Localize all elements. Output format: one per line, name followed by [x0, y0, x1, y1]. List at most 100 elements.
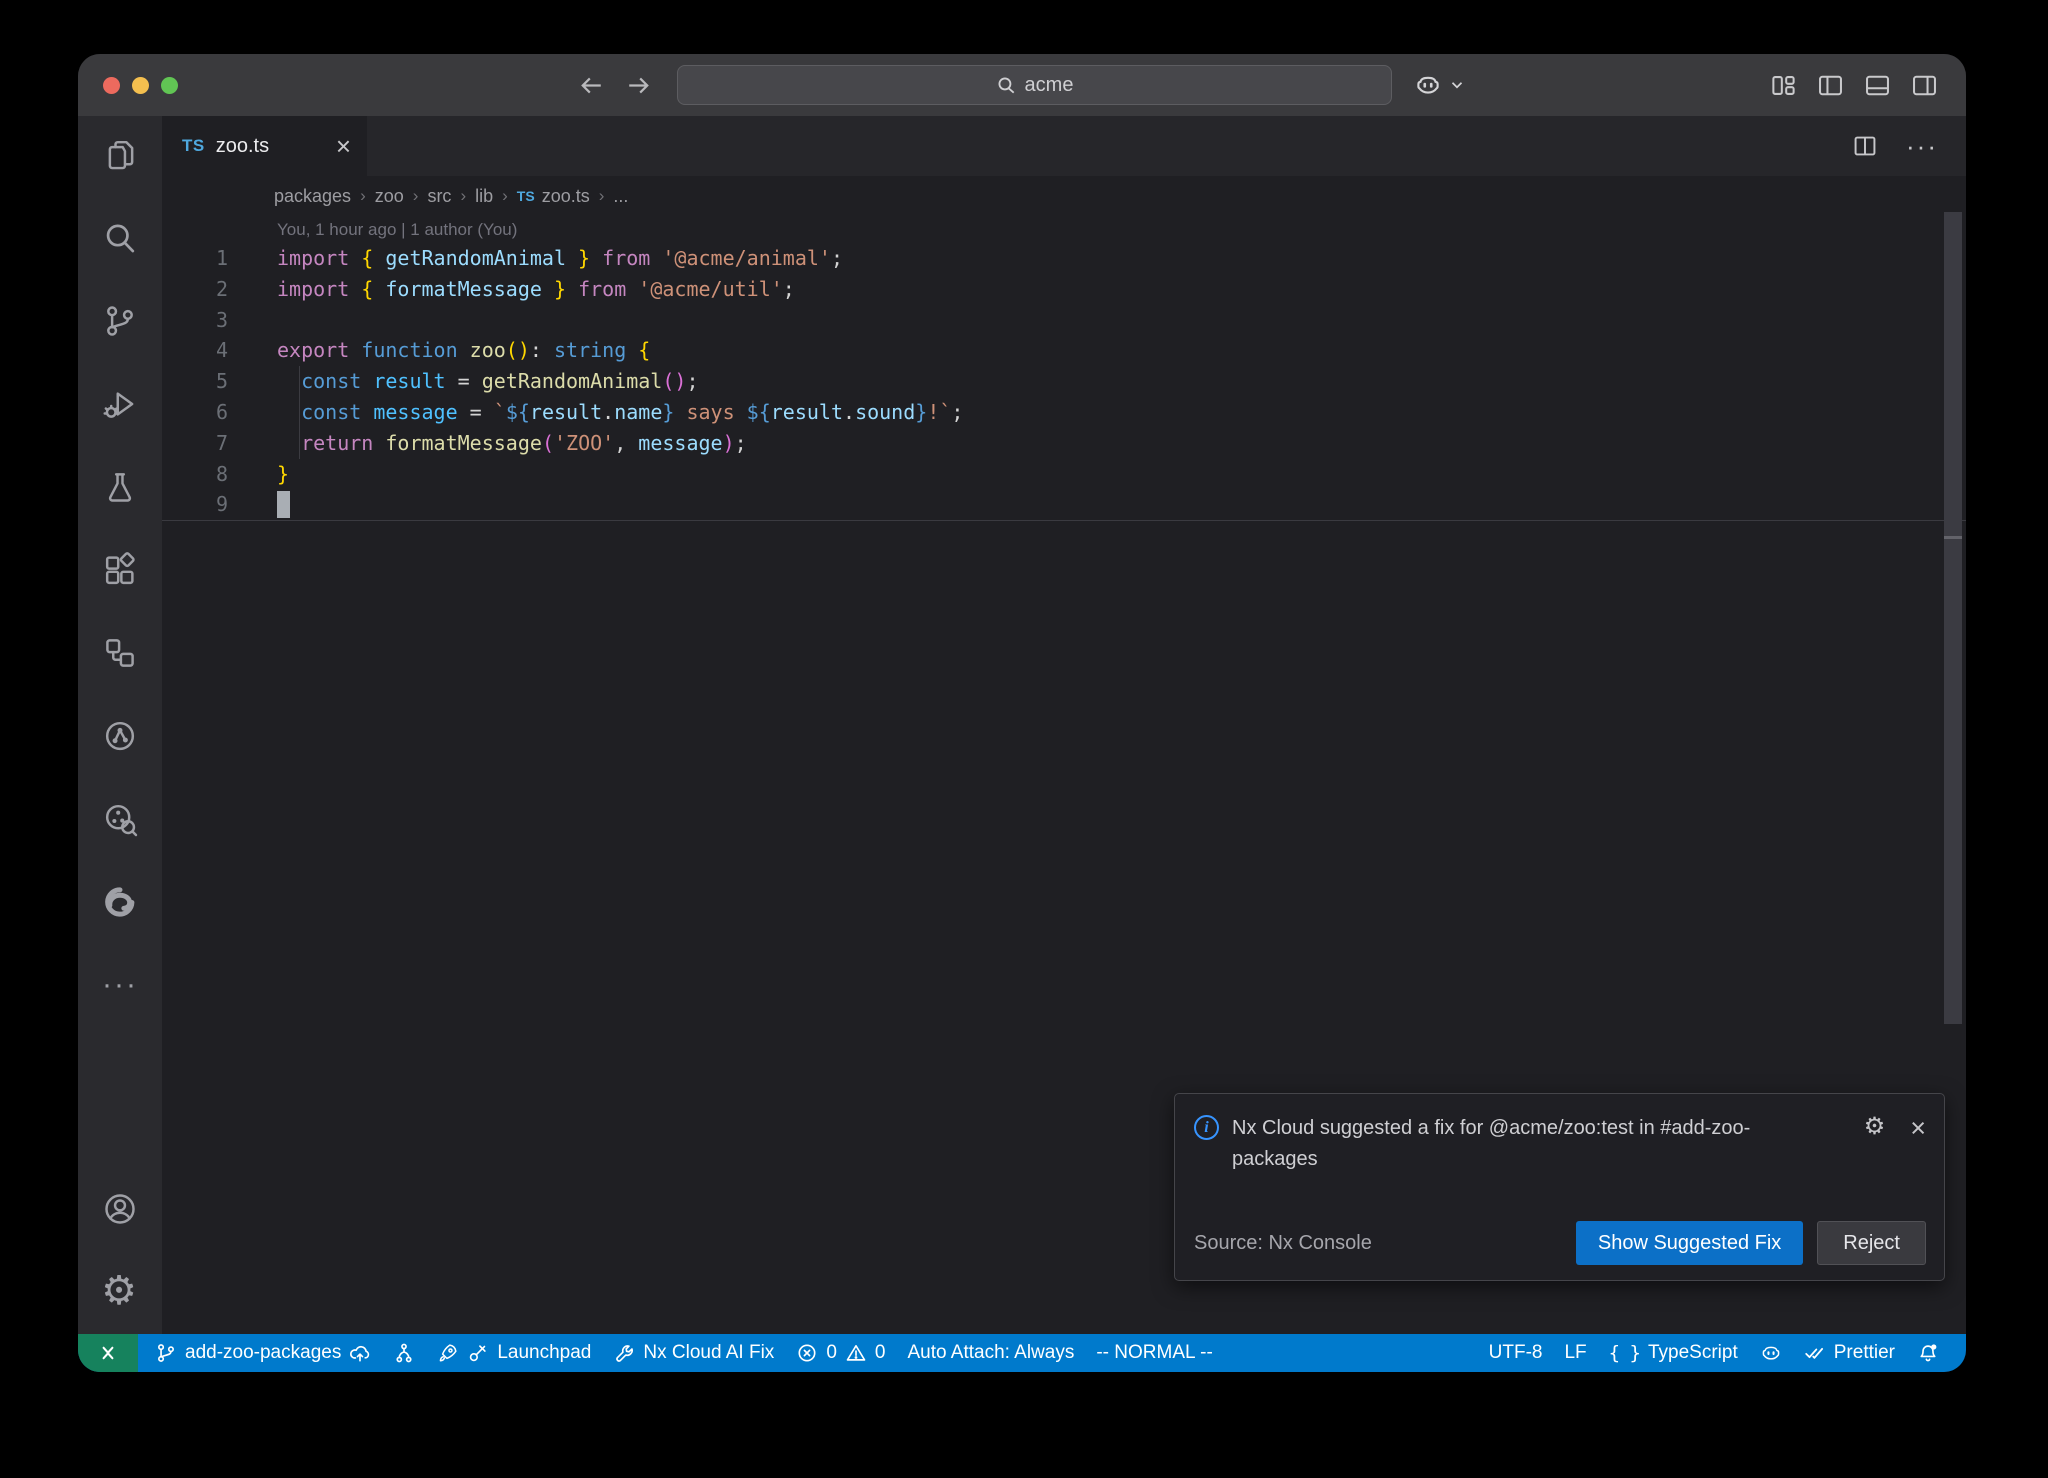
close-window-button[interactable] — [103, 77, 120, 94]
code-line[interactable]: 9 — [162, 489, 1966, 520]
breadcrumb-item[interactable]: zoo — [375, 186, 404, 207]
activity-item-project-graph[interactable] — [96, 712, 144, 760]
notification-close-icon[interactable]: × — [1910, 1115, 1926, 1142]
activity-item-extensions[interactable] — [96, 546, 144, 594]
more-actions-icon[interactable]: ··· — [1906, 131, 1938, 162]
status-item-vim-mode[interactable]: -- NORMAL -- — [1085, 1334, 1223, 1372]
wrench-icon — [613, 1342, 635, 1364]
gutter-line-number[interactable]: 7 — [162, 428, 228, 459]
code-line[interactable]: 2import { formatMessage } from '@acme/ut… — [162, 274, 1966, 305]
status-item-launchpad[interactable]: Launchpad — [426, 1334, 602, 1372]
code-line[interactable]: 6 const message = `${result.name} says $… — [162, 397, 1966, 428]
status-item-nx-cloud-ai-fix[interactable]: Nx Cloud AI Fix — [602, 1334, 785, 1372]
breadcrumb-separator-icon: › — [360, 186, 366, 206]
status-item-eol[interactable]: LF — [1553, 1334, 1597, 1372]
gutter-line-number[interactable]: 4 — [162, 335, 228, 366]
gutter-line-number[interactable]: 8 — [162, 459, 228, 490]
activity-item-edge-tools[interactable] — [96, 878, 144, 926]
reject-button[interactable]: Reject — [1817, 1221, 1926, 1265]
toggle-panel-icon[interactable] — [1864, 72, 1891, 99]
chevron-down-icon — [1448, 76, 1466, 94]
gutter-line-number[interactable]: 3 — [162, 305, 228, 336]
status-item-git-branch[interactable]: add-zoo-packages — [144, 1334, 382, 1372]
remote-icon — [97, 1342, 119, 1364]
activity-item-settings[interactable]: ⚙ — [96, 1267, 144, 1315]
breadcrumb-separator-icon: › — [502, 186, 508, 206]
go-back-icon[interactable] — [578, 72, 605, 99]
code-line[interactable]: 5 const result = getRandomAnimal(); — [162, 366, 1966, 397]
minimize-window-button[interactable] — [132, 77, 149, 94]
status-item-notifications-bell[interactable] — [1906, 1334, 1950, 1372]
activity-bar-top: ··· — [96, 131, 144, 1009]
code-line[interactable]: 4export function zoo(): string { — [162, 335, 1966, 366]
breadcrumb-item[interactable]: zoo.ts — [542, 186, 590, 207]
status-item-problems[interactable]: 00 — [785, 1334, 896, 1372]
activity-item-accounts[interactable] — [96, 1185, 144, 1233]
typescript-file-icon: TS — [517, 188, 535, 204]
gitlens-blame: You, 1 hour ago | 1 author (You) — [162, 216, 1966, 243]
gutter-line-number[interactable]: 1 — [162, 243, 228, 274]
copilot-menu[interactable] — [1414, 54, 1466, 116]
gutter-line-number[interactable]: 5 — [162, 366, 228, 397]
indent-guide — [299, 428, 300, 459]
code-line[interactable]: 3 — [162, 305, 1966, 336]
tab-zoo-ts[interactable]: TS zoo.ts × — [162, 116, 368, 176]
status-item-auto-attach[interactable]: Auto Attach: Always — [896, 1334, 1085, 1372]
go-forward-icon[interactable] — [625, 72, 652, 99]
indent-guide — [299, 397, 300, 428]
files-icon — [102, 137, 138, 173]
edge-icon — [102, 884, 138, 920]
hierarchy-icon — [102, 635, 138, 671]
circle-graph-icon — [102, 718, 138, 754]
status-item-language-mode[interactable]: { }TypeScript — [1598, 1334, 1749, 1372]
notification-settings-icon[interactable]: ⚙ — [1864, 1115, 1886, 1139]
activity-item-testing[interactable] — [96, 463, 144, 511]
breadcrumb-item[interactable]: lib — [475, 186, 493, 207]
notification-source: Source: Nx Console — [1194, 1232, 1372, 1255]
activity-item-run-debug[interactable] — [96, 380, 144, 428]
gutter-line-number[interactable]: 2 — [162, 274, 228, 305]
close-tab-icon[interactable]: × — [336, 133, 351, 159]
breadcrumb-separator-icon: › — [460, 186, 466, 206]
zoom-window-button[interactable] — [161, 77, 178, 94]
split-editor-icon[interactable] — [1852, 133, 1878, 159]
gutter-line-number[interactable]: 6 — [162, 397, 228, 428]
status-item-formatter[interactable]: Prettier — [1793, 1334, 1906, 1372]
tab-bar: TS zoo.ts × ··· — [162, 116, 1966, 176]
indent-guide — [299, 366, 300, 397]
code-line[interactable]: 8} — [162, 459, 1966, 490]
editor-scrollbar[interactable] — [1944, 212, 1962, 1024]
code-line[interactable]: 7 return formatMessage('ZOO', message); — [162, 428, 1966, 459]
tab-label: zoo.ts — [216, 135, 325, 158]
status-item-copilot-status[interactable] — [1749, 1334, 1793, 1372]
activity-item-search[interactable] — [96, 214, 144, 262]
search-icon — [102, 220, 138, 256]
customize-layout-icon[interactable] — [1770, 72, 1797, 99]
copilot-icon — [1760, 1342, 1782, 1364]
activity-bar-bottom: ⚙ — [96, 1185, 144, 1315]
breadcrumb-item[interactable]: packages — [274, 186, 351, 207]
activity-item-explorer[interactable] — [96, 131, 144, 179]
code-line[interactable]: 1import { getRandomAnimal } from '@acme/… — [162, 243, 1966, 274]
toggle-primary-sidebar-icon[interactable] — [1817, 72, 1844, 99]
activity-item-source-control[interactable] — [96, 297, 144, 345]
title-bar: acme — [78, 54, 1966, 116]
gutter-line-number[interactable]: 9 — [162, 489, 228, 520]
status-item-encoding[interactable]: UTF-8 — [1478, 1334, 1554, 1372]
activity-item-remote-hierarchy[interactable] — [96, 629, 144, 677]
show-suggested-fix-button[interactable]: Show Suggested Fix — [1576, 1221, 1803, 1265]
breadcrumb-item[interactable]: ... — [613, 186, 628, 207]
beaker-icon — [102, 469, 138, 505]
toggle-secondary-sidebar-icon[interactable] — [1911, 72, 1938, 99]
status-item-nx-project-graph[interactable] — [382, 1334, 426, 1372]
status-bar-left: add-zoo-packages LaunchpadNx Cloud AI Fix… — [78, 1334, 1478, 1372]
activity-item-graph-search[interactable] — [96, 795, 144, 843]
account-icon — [102, 1191, 138, 1227]
status-item-remote-indicator[interactable] — [78, 1334, 138, 1372]
command-center-search[interactable]: acme — [677, 65, 1392, 105]
activity-item-more-views[interactable]: ··· — [96, 961, 144, 1009]
extensions-icon — [102, 552, 138, 588]
overview-ruler-cursor-mark — [1944, 536, 1962, 539]
breadcrumb-item[interactable]: src — [427, 186, 451, 207]
status-bar: add-zoo-packages LaunchpadNx Cloud AI Fix… — [78, 1334, 1966, 1372]
